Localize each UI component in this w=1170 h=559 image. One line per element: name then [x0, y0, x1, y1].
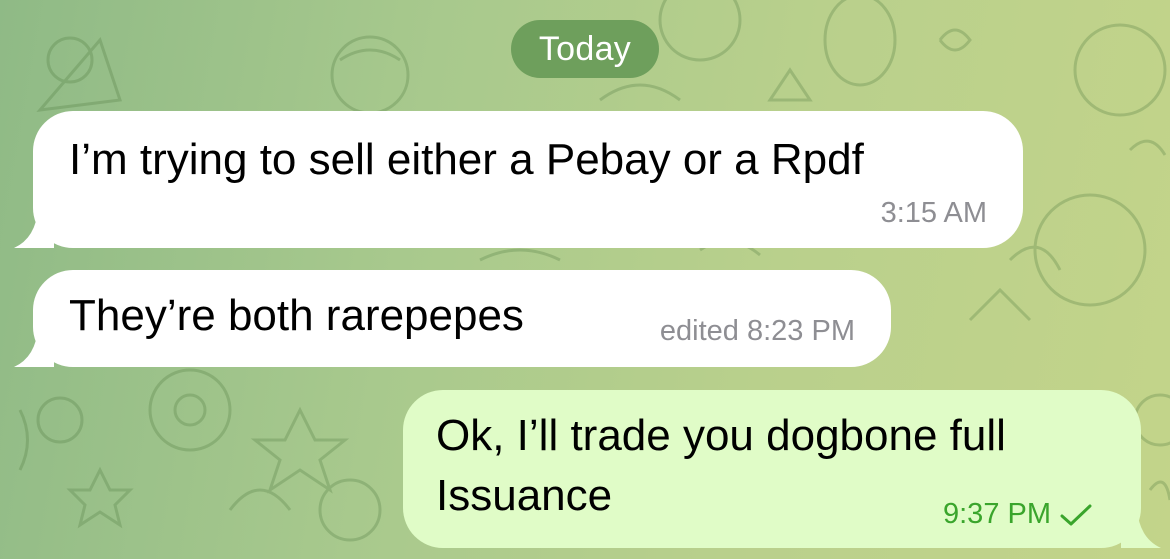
chat-background: Today I’m trying to sell either a Pebay … [0, 0, 1170, 559]
date-separator-pill: Today [511, 20, 659, 78]
message-text: They’re both rarepepes [69, 291, 524, 340]
bubble-tail-incoming [14, 208, 54, 248]
message-timestamp: 9:37 PM [943, 498, 1051, 530]
message-bubble-incoming[interactable]: I’m trying to sell either a Pebay or a R… [33, 111, 1023, 248]
message-text: I’m trying to sell either a Pebay or a R… [69, 135, 864, 184]
message-timestamp: 3:15 AM [880, 197, 987, 229]
bubble-tail-outgoing [1121, 508, 1161, 548]
message-bubble-outgoing[interactable]: Ok, I’ll trade you dogbone full Issuance… [403, 390, 1141, 548]
bubble-tail-incoming [14, 327, 54, 367]
check-icon [1060, 504, 1092, 525]
message-meta: 9:37 PM [943, 498, 1093, 531]
message-bubble-incoming[interactable]: They’re both rarepepes edited 8:23 PM [33, 270, 891, 367]
message-timestamp: edited 8:23 PM [659, 315, 855, 347]
